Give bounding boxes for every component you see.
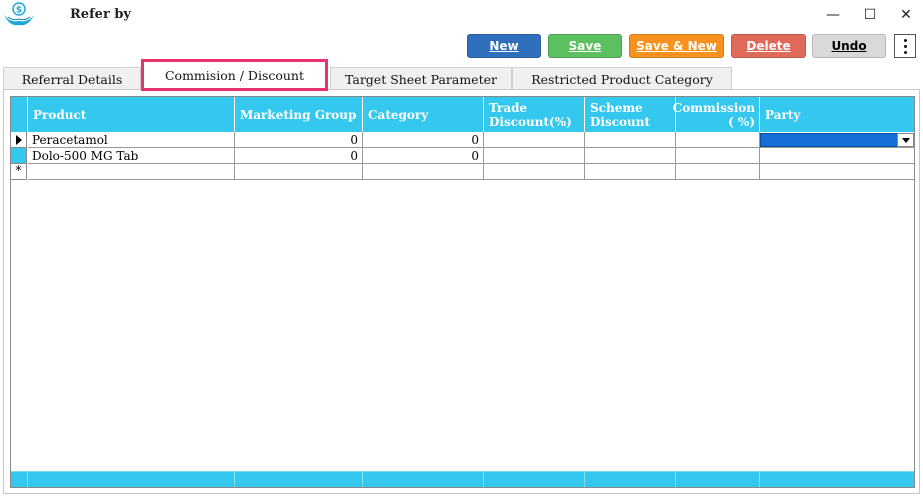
trade-header-line1: Trade — [489, 100, 528, 115]
party-dropdown-button[interactable] — [897, 133, 914, 147]
cell-scheme-discount[interactable] — [585, 132, 676, 148]
new-row-cell[interactable] — [676, 164, 760, 180]
minimize-icon: — — [826, 7, 840, 23]
new-row-cell[interactable] — [760, 164, 914, 180]
new-row-cell[interactable] — [585, 164, 676, 180]
delete-button[interactable]: Delete — [731, 34, 806, 58]
commission-grid[interactable]: Product Marketing Group Category Trade Di… — [10, 96, 915, 488]
cell-party[interactable] — [760, 148, 914, 164]
svg-text:$: $ — [16, 6, 22, 16]
cell-commission[interactable] — [676, 132, 760, 148]
current-row-arrow-icon — [15, 134, 22, 145]
trade-header-line2: Discount(%) — [489, 114, 572, 129]
column-header-category[interactable]: Category — [363, 97, 484, 132]
dollar-hands-logo-icon: $ — [4, 2, 34, 26]
party-combobox[interactable] — [760, 133, 914, 147]
new-button[interactable]: New — [467, 34, 541, 58]
title-bar: $ Refer by — ☐ ✕ — [0, 0, 923, 32]
vertical-dots-icon — [903, 38, 907, 42]
new-row-cell[interactable] — [363, 164, 484, 180]
row-header[interactable] — [11, 148, 27, 164]
tab-referral-details[interactable]: Referral Details — [3, 67, 141, 90]
tab-restricted-product-category[interactable]: Restricted Product Category — [512, 67, 732, 90]
cell-product[interactable]: Peracetamol — [28, 132, 235, 148]
maximize-button[interactable]: ☐ — [857, 4, 883, 26]
column-header-product[interactable]: Product — [28, 97, 235, 132]
close-icon: ✕ — [900, 7, 912, 23]
cell-commission[interactable] — [676, 148, 760, 164]
more-options-button[interactable] — [894, 34, 916, 58]
close-button[interactable]: ✕ — [893, 4, 919, 26]
grid-footer — [11, 471, 914, 487]
cell-marketing-group[interactable]: 0 — [235, 148, 363, 164]
cell-category[interactable]: 0 — [363, 148, 484, 164]
tab-strip: Referral Details Commision / Discount Ta… — [0, 59, 923, 91]
save-and-new-button[interactable]: Save & New — [629, 34, 724, 58]
column-header-commission[interactable]: Commission( %) — [672, 97, 760, 132]
cell-product[interactable]: Dolo-500 MG Tab — [28, 148, 235, 164]
cell-category[interactable]: 0 — [363, 132, 484, 148]
commission-header-line2: ( %) — [728, 114, 755, 129]
grid-header: Product Marketing Group Category Trade Di… — [11, 97, 914, 132]
column-header-trade-discount[interactable]: Trade Discount(%) — [484, 97, 585, 132]
new-row-cell[interactable] — [235, 164, 363, 180]
new-row-cell[interactable] — [484, 164, 585, 180]
window-title: Refer by — [70, 7, 131, 22]
undo-button[interactable]: Undo — [812, 34, 886, 58]
column-header-party[interactable]: Party — [760, 97, 914, 132]
new-row-asterisk-icon: * — [15, 164, 22, 179]
chevron-down-icon — [901, 137, 910, 143]
scheme-header-line1: Scheme — [590, 100, 643, 115]
column-header-scheme-discount[interactable]: Scheme Discount — [585, 97, 676, 132]
scheme-header-line2: Discount — [590, 114, 651, 129]
row-header-corner — [11, 97, 28, 132]
new-row-cell[interactable] — [28, 164, 235, 180]
maximize-icon: ☐ — [863, 7, 877, 23]
row-header-new[interactable]: * — [11, 164, 27, 180]
cell-trade-discount[interactable] — [484, 132, 585, 148]
cell-trade-discount[interactable] — [484, 148, 585, 164]
commission-header-line1: Commission — [672, 100, 755, 115]
row-header-current[interactable] — [11, 132, 27, 148]
minimize-button[interactable]: — — [820, 4, 846, 26]
save-button[interactable]: Save — [548, 34, 622, 58]
tab-panel: Product Marketing Group Category Trade Di… — [3, 89, 920, 494]
tab-target-sheet-parameter[interactable]: Target Sheet Parameter — [330, 67, 512, 90]
cell-scheme-discount[interactable] — [585, 148, 676, 164]
cell-marketing-group[interactable]: 0 — [235, 132, 363, 148]
column-header-marketing-group[interactable]: Marketing Group — [235, 97, 363, 132]
tab-commission-discount[interactable]: Commision / Discount — [141, 59, 328, 91]
